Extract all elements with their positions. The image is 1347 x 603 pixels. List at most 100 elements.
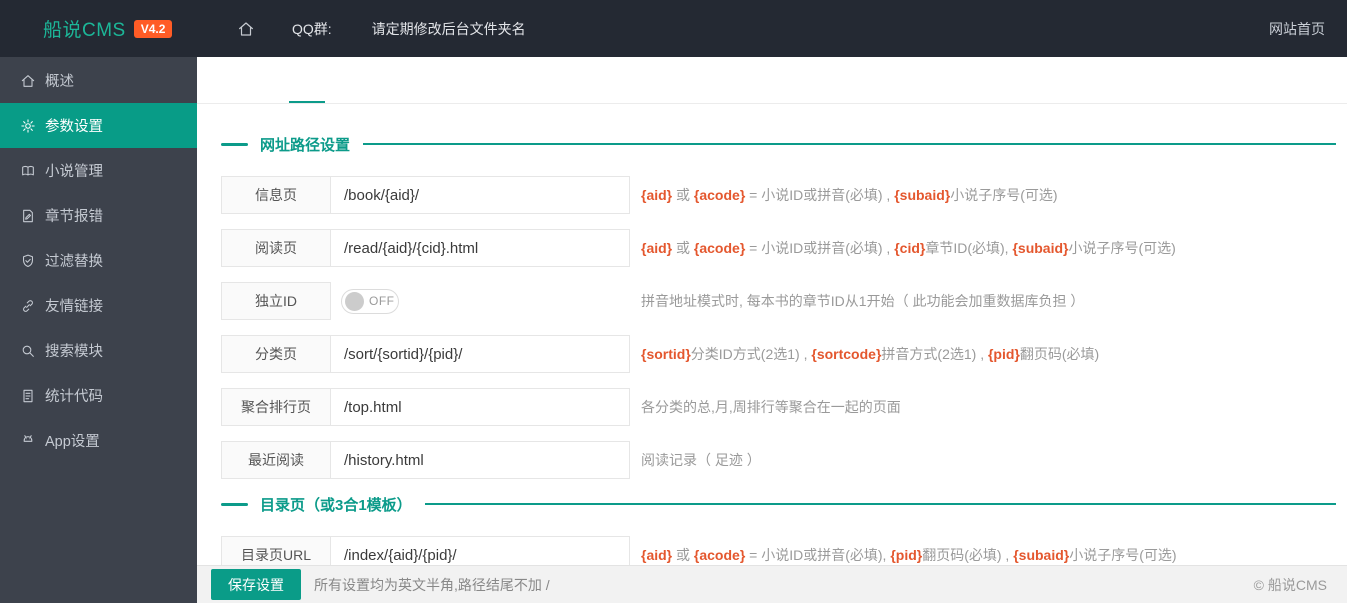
desc-text: 小说子序号(可选) xyxy=(1068,240,1176,256)
tab[interactable] xyxy=(415,57,451,103)
form-body: 网址路径设置 信息页 {aid} 或 {acode} = 小说ID或拼音(必填)… xyxy=(197,104,1347,574)
field-description: 阅读记录（ 足迹 ） xyxy=(641,450,761,470)
qq-group-label[interactable]: QQ群: xyxy=(292,19,332,39)
url-path-input[interactable] xyxy=(331,335,630,373)
form-row: 分类页 {sortid}分类ID方式(2选1) , {sortcode}拼音方式… xyxy=(221,335,1336,373)
friend-link-icon xyxy=(19,297,36,314)
desc-text: 分类ID方式(2选1) , xyxy=(690,346,812,362)
toggle-state-label: OFF xyxy=(369,294,395,308)
tab[interactable] xyxy=(457,57,493,103)
site-home-link[interactable]: 网站首页 xyxy=(1269,19,1325,39)
desc-text: = 小说ID或拼音(必填) , xyxy=(745,187,895,203)
url-token: {subaid} xyxy=(1013,547,1070,563)
section-header: 目录页（或3合1模板） xyxy=(221,494,1336,514)
url-token: {pid} xyxy=(890,547,923,563)
save-settings-button[interactable]: 保存设置 xyxy=(211,569,301,600)
novel-book-icon xyxy=(19,162,36,179)
sidebar-item[interactable]: 参数设置 xyxy=(0,103,197,148)
field-description: {aid} 或 {acode} = 小说ID或拼音(必填) , {cid}章节I… xyxy=(641,238,1176,258)
desc-text: 章节ID(必填), xyxy=(925,240,1013,256)
tab[interactable] xyxy=(247,57,283,103)
field-label: 阅读页 xyxy=(221,229,331,267)
sidebar-item[interactable]: 章节报错 xyxy=(0,193,197,238)
section-divider xyxy=(424,503,1336,505)
sidebar-item-label: 过滤替换 xyxy=(45,254,103,270)
desc-text: 或 xyxy=(672,187,694,203)
sidebar-item[interactable]: App设置 xyxy=(0,418,197,463)
sidebar-item-label: 章节报错 xyxy=(45,209,103,225)
settings-section: 目录页（或3合1模板） 目录页URL {aid} 或 {acode} = 小说I… xyxy=(221,494,1336,574)
app-android-icon xyxy=(19,432,36,449)
sidebar-item[interactable]: 统计代码 xyxy=(0,373,197,418)
url-path-input[interactable] xyxy=(331,441,630,479)
sidebar-item-label: 搜索模块 xyxy=(45,344,103,360)
url-token: {acode} xyxy=(693,187,746,203)
sidebar-item-label: App设置 xyxy=(45,434,100,450)
form-control-group: 聚合排行页 xyxy=(221,388,630,426)
desc-text: 或 xyxy=(672,547,694,563)
sidebar-item[interactable]: 友情链接 xyxy=(0,283,197,328)
tab[interactable] xyxy=(373,57,409,103)
url-token: {subaid} xyxy=(894,187,951,203)
section-title: 目录页（或3合1模板） xyxy=(260,496,412,514)
url-path-input[interactable] xyxy=(331,176,630,214)
form-control-group: 信息页 xyxy=(221,176,630,214)
url-token: {sortid} xyxy=(641,346,691,362)
section-dash xyxy=(221,502,248,506)
form-control-group: 最近阅读 xyxy=(221,441,630,479)
form-control-group: 分类页 xyxy=(221,335,630,373)
form-control-group: 阅读页 xyxy=(221,229,630,267)
field-label: 独立ID xyxy=(221,282,331,320)
form-row: 阅读页 {aid} 或 {acode} = 小说ID或拼音(必填) , {cid… xyxy=(221,229,1336,267)
tab[interactable] xyxy=(289,57,325,103)
url-token: {acode} xyxy=(693,240,746,256)
sidebar-item-label: 参数设置 xyxy=(45,119,103,135)
field-description: {sortid}分类ID方式(2选1) , {sortcode}拼音方式(2选1… xyxy=(641,344,1099,364)
desc-text: = 小说ID或拼音(必填) , xyxy=(745,240,895,256)
desc-text: 小说子序号(可选) xyxy=(950,187,1058,203)
field-description: 拼音地址模式时, 每本书的章节ID从1开始（ 此功能会加重数据库负担 ） xyxy=(641,291,1084,311)
sidebar-item-label: 小说管理 xyxy=(45,164,103,180)
desc-text: 拼音地址模式时, 每本书的章节ID从1开始（ 此功能会加重数据库负担 ） xyxy=(641,293,1085,309)
search-icon xyxy=(19,342,36,359)
notice-text: 请定期修改后台文件夹名 xyxy=(371,20,526,37)
stats-code-icon xyxy=(19,387,36,404)
url-token: {aid} xyxy=(641,240,673,256)
url-token: {aid} xyxy=(641,547,673,563)
logo-text: 船说CMS xyxy=(43,20,126,41)
tab[interactable] xyxy=(331,57,367,103)
url-path-input[interactable] xyxy=(331,388,630,426)
form-control-group: 独立ID OFF xyxy=(221,282,630,320)
sidebar-item[interactable]: 概述 xyxy=(0,58,197,103)
settings-section: 网址路径设置 信息页 {aid} 或 {acode} = 小说ID或拼音(必填)… xyxy=(221,134,1336,479)
desc-text: 各分类的总,月,周排行等聚合在一起的页面 xyxy=(641,399,901,415)
settings-gear-icon xyxy=(19,117,36,134)
desc-text: 翻页码(必填) , xyxy=(922,547,1014,563)
copyright: © 船说CMS xyxy=(1253,576,1327,593)
url-token: {acode} xyxy=(693,547,746,563)
field-label: 聚合排行页 xyxy=(221,388,331,426)
sidebar-item[interactable]: 过滤替换 xyxy=(0,238,197,283)
chapter-report-icon xyxy=(19,207,36,224)
overview-home-icon xyxy=(19,72,36,89)
toggle-switch[interactable]: OFF xyxy=(341,288,399,314)
field-label: 最近阅读 xyxy=(221,441,331,479)
tab[interactable] xyxy=(205,57,241,103)
topbar: 船说CMS V4.2 QQ群: 请定期修改后台文件夹名 网站首页 xyxy=(0,0,1347,57)
url-path-input[interactable] xyxy=(331,229,630,267)
settings-tabs xyxy=(197,57,1347,104)
field-description: 各分类的总,月,周排行等聚合在一起的页面 xyxy=(641,397,901,417)
home-icon[interactable] xyxy=(237,20,255,38)
desc-text: = 小说ID或拼音(必填), xyxy=(745,547,891,563)
form-row: 独立ID OFF 拼音地址模式时, 每本书的章节ID从1开始（ 此功能会加重数据… xyxy=(221,282,1336,320)
field-description: {aid} 或 {acode} = 小说ID或拼音(必填), {pid}翻页码(… xyxy=(641,545,1177,565)
sidebar-item-label: 概述 xyxy=(45,74,74,90)
field-label: 分类页 xyxy=(221,335,331,373)
sidebar-nav: 概述 参数设置 小说管理 章节报错 过滤替换 友情链接 搜索模块 统计代码 Ap… xyxy=(0,57,197,463)
sidebar-item[interactable]: 小说管理 xyxy=(0,148,197,193)
main-content: 网址路径设置 信息页 {aid} 或 {acode} = 小说ID或拼音(必填)… xyxy=(197,57,1347,603)
url-token: {cid} xyxy=(894,240,926,256)
sidebar-item[interactable]: 搜索模块 xyxy=(0,328,197,373)
field-description: {aid} 或 {acode} = 小说ID或拼音(必填) , {subaid}… xyxy=(641,185,1058,205)
url-token: {subaid} xyxy=(1012,240,1069,256)
